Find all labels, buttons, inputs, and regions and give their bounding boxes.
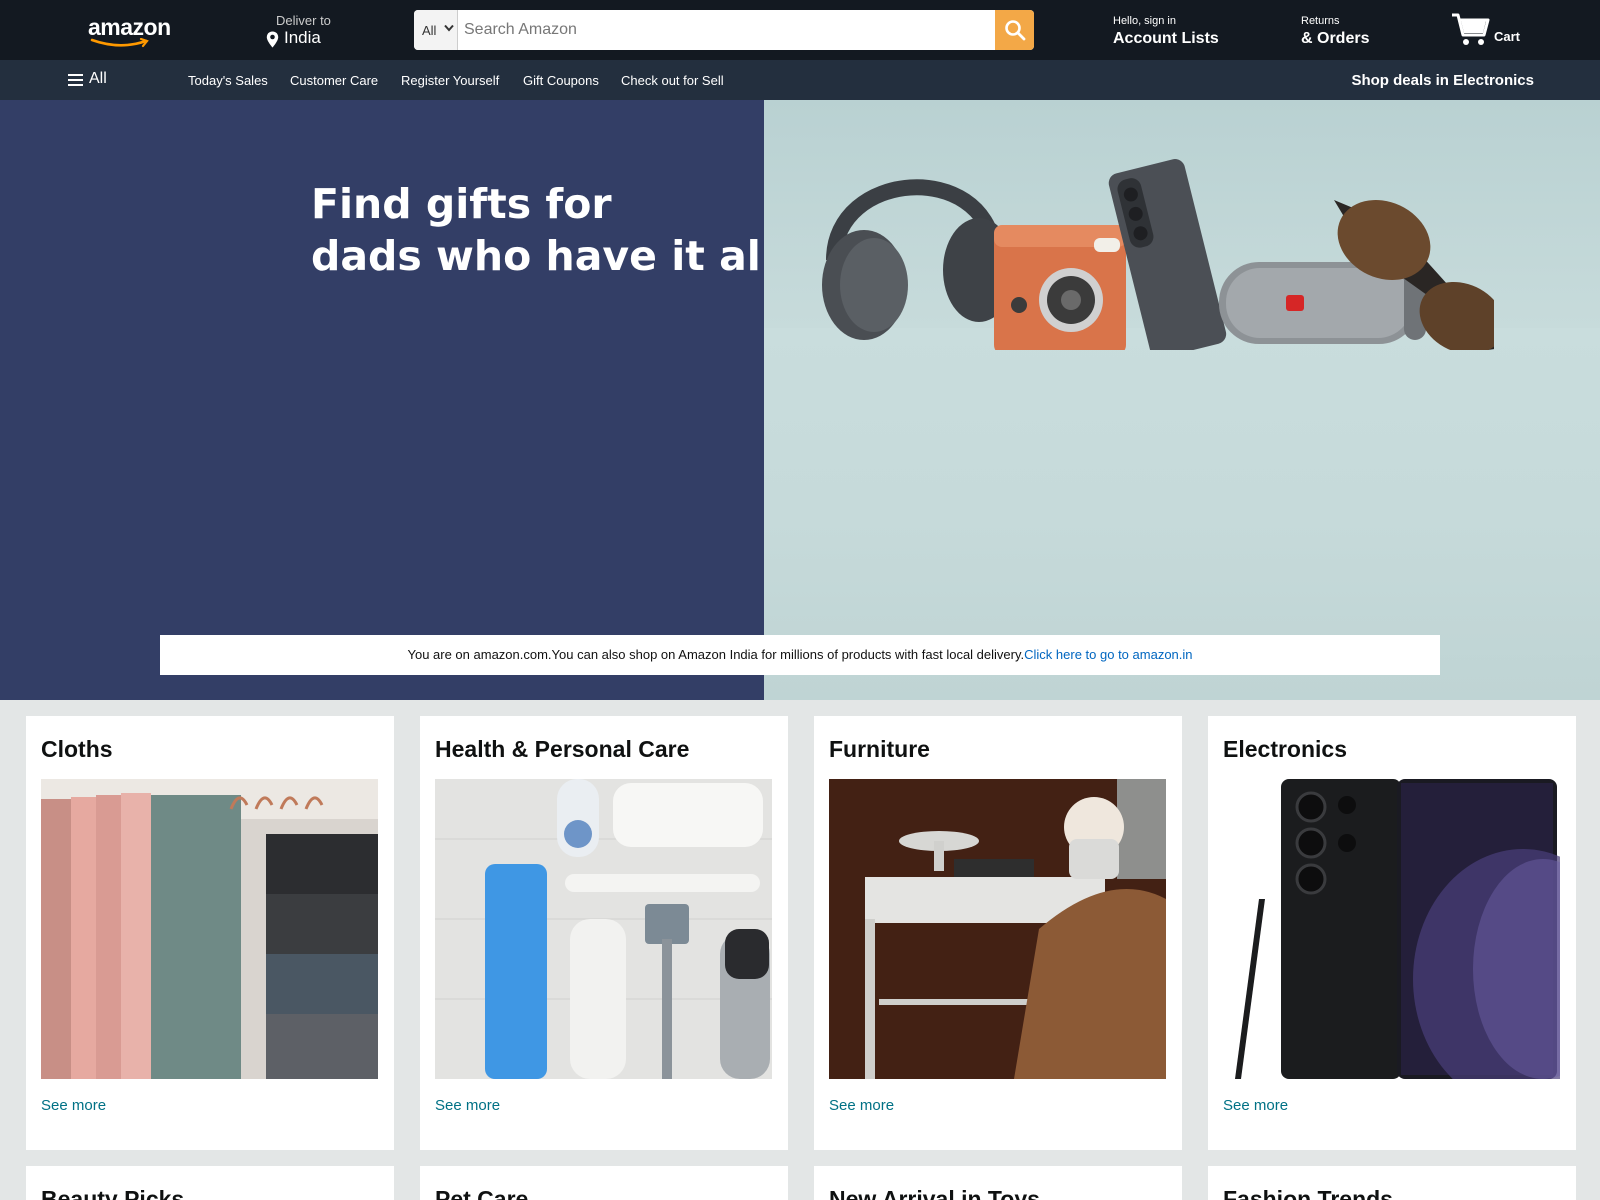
category-card-electronics: Electronics See more xyxy=(1208,716,1576,1150)
furniture-image xyxy=(829,779,1166,1079)
search-category-label: All xyxy=(422,23,437,38)
amazon-logo[interactable]: amazon xyxy=(88,14,178,48)
card-image-health[interactable] xyxy=(435,779,772,1079)
card-title: Furniture xyxy=(829,736,930,762)
hero-products-image xyxy=(822,159,1494,350)
hero-left-panel: Find gifts for dads who have it all xyxy=(0,100,775,700)
electronics-image xyxy=(1223,779,1560,1079)
hamburger-icon xyxy=(68,74,83,86)
camera-image xyxy=(994,225,1126,350)
hero-banner[interactable]: Find gifts for dads who have it all You … xyxy=(0,100,1600,700)
nav-link-customer-care[interactable]: Customer Care xyxy=(290,73,378,88)
see-more-link[interactable]: See more xyxy=(829,1097,894,1114)
card-title: Health & Personal Care xyxy=(435,736,690,762)
hero-image-panel xyxy=(764,100,1600,700)
card-title: Fashion Trends xyxy=(1223,1186,1393,1200)
card-title: Cloths xyxy=(41,736,113,762)
search-button[interactable] xyxy=(995,10,1034,50)
locale-notice-link[interactable]: Click here to go to amazon.in xyxy=(1024,647,1192,662)
sub-navbar: All Today's Sales Customer Care Register… xyxy=(0,60,1600,100)
cart-label: Cart xyxy=(1494,29,1521,44)
returns-label: Returns xyxy=(1301,15,1340,27)
logo-smile-icon xyxy=(90,38,149,48)
category-card-health: Health & Personal Care See more xyxy=(420,716,788,1150)
card-title: Electronics xyxy=(1223,736,1347,762)
card-image-electronics[interactable] xyxy=(1223,779,1560,1079)
cart-icon xyxy=(1452,13,1490,45)
category-card-cloths: Cloths See more xyxy=(26,716,394,1150)
see-more-link[interactable]: See more xyxy=(41,1097,106,1114)
card-image-cloths[interactable] xyxy=(41,779,378,1079)
card-image-furniture[interactable] xyxy=(829,779,1166,1079)
deliver-label: Deliver to xyxy=(276,13,331,28)
search-bar: All xyxy=(414,10,1034,50)
cart[interactable]: Cart xyxy=(1450,11,1540,47)
account-greeting: Hello, sign in xyxy=(1113,15,1176,27)
category-card-beauty: Beauty Picks xyxy=(26,1166,394,1200)
card-title: New Arrival in Toys xyxy=(829,1186,1040,1200)
headphones-image xyxy=(822,179,1015,340)
locale-notice-text: You are on amazon.com.You can also shop … xyxy=(407,647,1025,662)
card-title: Beauty Picks xyxy=(41,1186,185,1200)
deliver-location: India xyxy=(284,28,321,47)
deals-link[interactable]: Shop deals in Electronics xyxy=(1351,72,1534,89)
locale-notice: You are on amazon.com.You can also shop … xyxy=(160,635,1440,675)
account-label: Account Lists xyxy=(1113,30,1219,47)
orders-label: & Orders xyxy=(1301,30,1370,47)
logo-text: amazon xyxy=(88,14,171,40)
category-card-fashion: Fashion Trends xyxy=(1208,1166,1576,1200)
search-icon xyxy=(1005,20,1026,41)
hero-title: Find gifts for dads who have it all xyxy=(311,178,775,282)
search-category-dropdown[interactable]: All xyxy=(414,10,458,50)
nav-link-register[interactable]: Register Yourself xyxy=(401,73,499,88)
nav-link-todays-sales[interactable]: Today's Sales xyxy=(188,73,268,88)
chevron-down-icon xyxy=(444,24,454,32)
category-card-furniture: Furniture See more xyxy=(814,716,1182,1150)
nav-link-sell[interactable]: Check out for Sell xyxy=(621,73,724,88)
all-menu-label: All xyxy=(89,70,107,87)
see-more-link[interactable]: See more xyxy=(1223,1097,1288,1114)
nav-link-gift-coupons[interactable]: Gift Coupons xyxy=(523,73,599,88)
hero-title-line2: dads who have it all xyxy=(311,232,775,280)
see-more-link[interactable]: See more xyxy=(435,1097,500,1114)
top-navbar: amazon Deliver to India All Hello xyxy=(0,0,1600,60)
search-input[interactable] xyxy=(458,10,988,50)
returns-orders[interactable]: Returns & Orders xyxy=(1301,15,1369,48)
health-image xyxy=(435,779,772,1079)
card-title: Pet Care xyxy=(435,1186,529,1200)
category-card-toys: New Arrival in Toys xyxy=(814,1166,1182,1200)
account-lists[interactable]: Hello, sign in Account Lists xyxy=(1113,15,1219,48)
category-card-pet-care: Pet Care xyxy=(420,1166,788,1200)
cloths-image xyxy=(41,779,378,1079)
hero-title-line1: Find gifts for xyxy=(311,180,612,228)
map-pin-icon xyxy=(266,31,279,48)
